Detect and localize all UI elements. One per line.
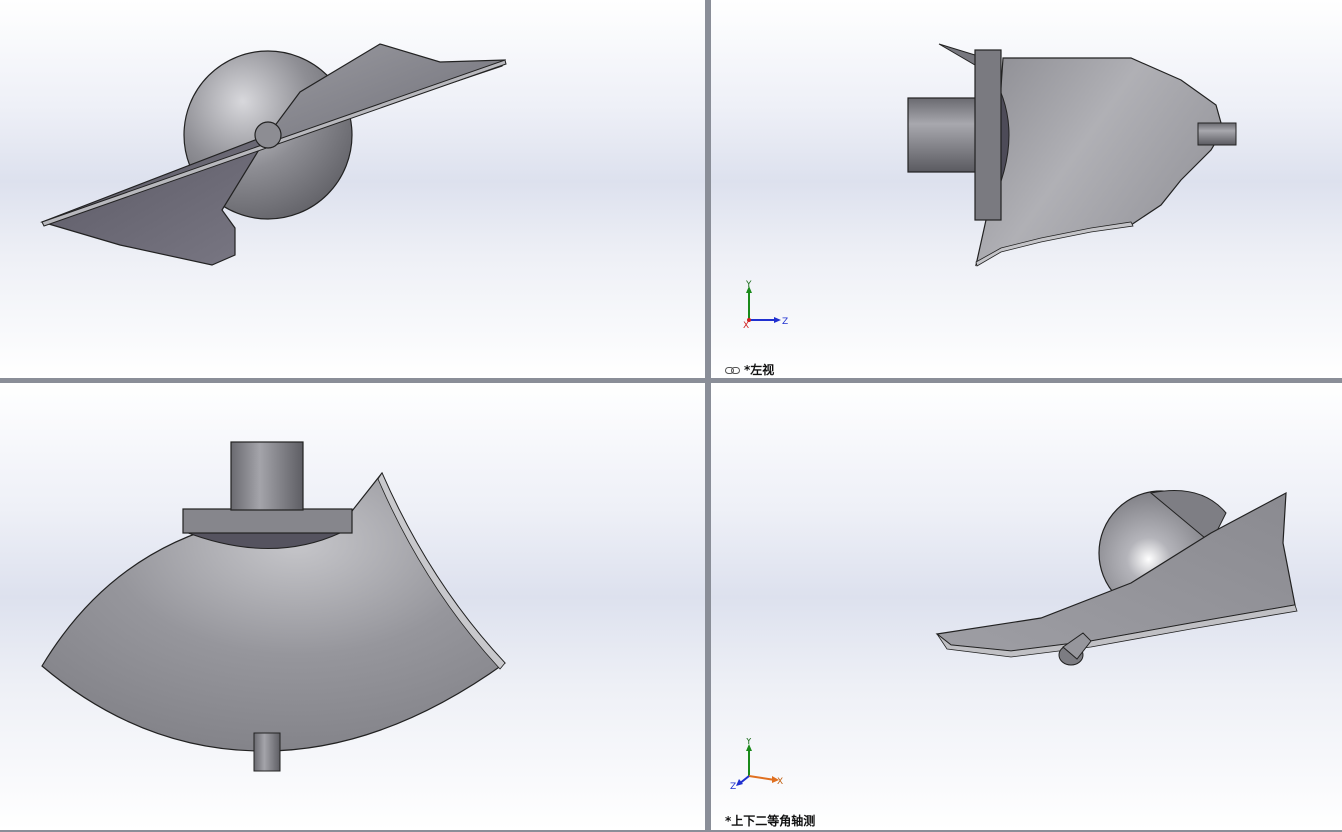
- triad-y-label: Y: [745, 280, 752, 290]
- link-icon: [725, 364, 740, 378]
- triad-y-label: Y: [745, 738, 752, 747]
- viewport-left[interactable]: Y Z X *左视: [711, 0, 1342, 378]
- view-name-label-trimetric: *上下二等角轴测: [725, 812, 815, 829]
- propeller-left-model[interactable]: [711, 0, 1342, 378]
- view-name-text: *上下二等角轴测: [725, 814, 816, 828]
- propeller-trimetric-model[interactable]: [711, 383, 1342, 830]
- viewport-front[interactable]: [0, 0, 705, 378]
- triad-z-label: Z: [730, 782, 736, 790]
- triad-x-label: X: [777, 777, 783, 787]
- viewport-trimetric[interactable]: Y X Z *上下二等角轴测: [711, 383, 1342, 830]
- coordinate-triad-icon: Y X Z: [730, 738, 783, 790]
- propeller-front-model[interactable]: [0, 0, 705, 378]
- view-name-label-left: *左视: [725, 361, 774, 378]
- viewport-top[interactable]: [0, 383, 705, 830]
- triad-z-label: Z: [782, 317, 788, 327]
- coordinate-triad-icon: Y Z X: [743, 280, 788, 330]
- propeller-top-model[interactable]: [0, 383, 705, 830]
- view-name-text: *左视: [744, 363, 775, 377]
- triad-x-label: X: [743, 321, 749, 330]
